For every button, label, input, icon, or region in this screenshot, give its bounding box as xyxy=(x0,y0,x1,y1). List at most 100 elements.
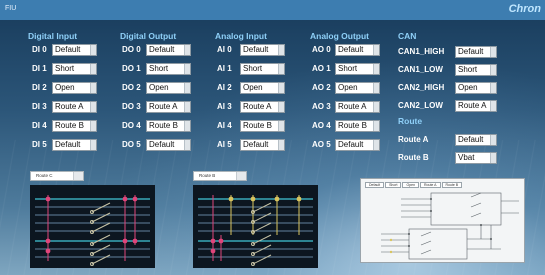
chevron-down-icon xyxy=(90,64,96,74)
chevron-down-icon xyxy=(490,83,496,93)
do-select-value-4: Route B xyxy=(149,121,178,130)
route-select-value-0: Default xyxy=(458,135,484,144)
ao-label-5: AO 5 xyxy=(312,140,331,149)
ai-select-5[interactable]: Default xyxy=(240,139,285,151)
di-select-0[interactable]: Default xyxy=(52,44,97,56)
do-select-1[interactable]: Short xyxy=(146,63,191,75)
do-select-2[interactable]: Open xyxy=(146,82,191,94)
ai-select-2[interactable]: Open xyxy=(240,82,285,94)
do-label-5: DO 5 xyxy=(122,140,141,149)
chevron-down-icon xyxy=(90,140,96,150)
ao-label-4: AO 4 xyxy=(312,121,331,130)
di-select-value-4: Route B xyxy=(55,121,84,130)
di-select-3[interactable]: Route A xyxy=(52,101,97,113)
ai-label-2: AI 2 xyxy=(217,83,232,92)
can-select-value-1: Short xyxy=(458,65,478,74)
node-dot xyxy=(122,196,128,202)
do-select-value-5: Default xyxy=(149,140,175,149)
ai-label-3: AI 3 xyxy=(217,102,232,111)
can-label-1: CAN1_LOW xyxy=(398,65,443,74)
di-label-3: DI 3 xyxy=(32,102,47,111)
ao-select-3[interactable]: Route A xyxy=(335,101,380,113)
di-select-2[interactable]: Open xyxy=(52,82,97,94)
ao-select-1[interactable]: Short xyxy=(335,63,380,75)
analog-input-header: Analog Input xyxy=(215,31,267,41)
chevron-down-icon xyxy=(90,45,96,55)
node-dot xyxy=(210,248,216,254)
chevron-down-icon xyxy=(184,102,190,112)
ao-select-0[interactable]: Default xyxy=(335,44,380,56)
do-select-value-2: Open xyxy=(149,83,169,92)
di-select-value-3: Route A xyxy=(55,102,84,111)
di-select-5[interactable]: Default xyxy=(52,139,97,151)
node-dot xyxy=(132,238,138,244)
di-label-2: DI 2 xyxy=(32,83,47,92)
chevron-down-icon xyxy=(278,102,284,112)
ai-label-4: AI 4 xyxy=(217,121,232,130)
ao-select-2[interactable]: Open xyxy=(335,82,380,94)
ao-select-value-5: Default xyxy=(338,140,364,149)
chevron-down-icon xyxy=(373,83,379,93)
route-select-0[interactable]: Default xyxy=(455,134,497,146)
route-selector-right[interactable]: Route B xyxy=(193,171,247,181)
route-header: Route xyxy=(398,116,423,126)
ao-select-4[interactable]: Route B xyxy=(335,120,380,132)
chevron-down-icon xyxy=(278,121,284,131)
switch-matrix-right xyxy=(193,185,318,268)
di-label-4: DI 4 xyxy=(32,121,47,130)
chevron-down-icon xyxy=(278,140,284,150)
can-select-2[interactable]: Open xyxy=(455,82,497,94)
chevron-down-icon xyxy=(490,101,496,111)
do-select-0[interactable]: Default xyxy=(146,44,191,56)
chevron-down-icon xyxy=(373,102,379,112)
ao-select-value-0: Default xyxy=(338,45,364,54)
analog-output-header: Analog Output xyxy=(310,31,370,41)
ai-select-3[interactable]: Route A xyxy=(240,101,285,113)
node-dot xyxy=(45,196,51,202)
do-select-value-0: Default xyxy=(149,45,175,54)
di-select-1[interactable]: Short xyxy=(52,63,97,75)
ao-select-5[interactable]: Default xyxy=(335,139,380,151)
do-select-4[interactable]: Route B xyxy=(146,120,191,132)
do-label-2: DO 2 xyxy=(122,83,141,92)
ai-select-value-3: Route A xyxy=(243,102,272,111)
ai-select-0[interactable]: Default xyxy=(240,44,285,56)
chevron-down-icon xyxy=(90,83,96,93)
do-label-1: DO 1 xyxy=(122,64,141,73)
chevron-down-icon xyxy=(373,45,379,55)
can-select-3[interactable]: Route A xyxy=(455,100,497,112)
can-label-2: CAN2_HIGH xyxy=(398,83,445,92)
ai-label-0: AI 0 xyxy=(217,45,232,54)
ao-select-value-1: Short xyxy=(338,64,358,73)
chevron-down-icon xyxy=(490,47,496,57)
do-select-3[interactable]: Route A xyxy=(146,101,191,113)
ai-select-1[interactable]: Short xyxy=(240,63,285,75)
di-select-4[interactable]: Route B xyxy=(52,120,97,132)
chevron-down-icon xyxy=(184,121,190,131)
can-select-0[interactable]: Default xyxy=(455,46,497,58)
chevron-down-icon xyxy=(90,121,96,131)
switch-matrix-left xyxy=(30,185,155,268)
chevron-down-icon xyxy=(373,64,379,74)
chevron-down-icon xyxy=(278,83,284,93)
route-selector-left[interactable]: Route C xyxy=(30,171,84,181)
di-select-value-0: Default xyxy=(55,45,81,54)
route-select-1[interactable]: Vbat xyxy=(455,152,497,164)
do-select-5[interactable]: Default xyxy=(146,139,191,151)
node-dot xyxy=(45,238,51,244)
node-dot xyxy=(218,238,224,244)
do-select-value-1: Short xyxy=(149,64,169,73)
do-select-value-3: Route A xyxy=(149,102,178,111)
ao-label-3: AO 3 xyxy=(312,102,331,111)
node-dot xyxy=(228,196,234,202)
ai-select-4[interactable]: Route B xyxy=(240,120,285,132)
chevron-down-icon xyxy=(184,45,190,55)
ao-select-value-4: Route B xyxy=(338,121,367,130)
chevron-down-icon xyxy=(278,45,284,55)
can-select-1[interactable]: Short xyxy=(455,64,497,76)
route-label-0: Route A xyxy=(398,135,429,144)
chevron-down-icon xyxy=(184,83,190,93)
ao-select-value-2: Open xyxy=(338,83,358,92)
can-select-value-3: Route A xyxy=(458,101,487,110)
node-dot xyxy=(210,238,216,244)
